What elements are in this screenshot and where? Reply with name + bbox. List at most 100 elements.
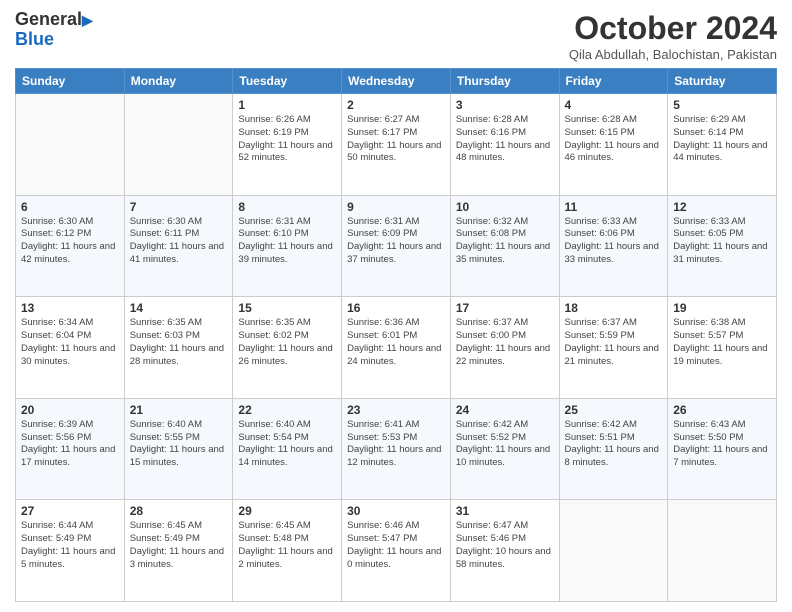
- day-info: Sunrise: 6:29 AM Sunset: 6:14 PM Dayligh…: [673, 114, 771, 165]
- day-number: 3: [456, 98, 554, 112]
- week-row-5: 27 Sunrise: 6:44 AM Sunset: 5:49 PM Dayli…: [16, 500, 777, 602]
- day-info: Sunrise: 6:30 AM Sunset: 6:12 PM Dayligh…: [21, 216, 119, 267]
- day-number: 14: [130, 301, 228, 315]
- cell-w3-d6: 18 Sunrise: 6:37 AM Sunset: 5:59 PM Dayli…: [559, 297, 668, 399]
- day-info: Sunrise: 6:36 AM Sunset: 6:01 PM Dayligh…: [347, 317, 445, 368]
- day-info: Sunrise: 6:45 AM Sunset: 5:49 PM Dayligh…: [130, 520, 228, 571]
- cell-w1-d4: 2Sunrise: 6:27 AM Sunset: 6:17 PM Daylig…: [342, 94, 451, 196]
- day-number: 31: [456, 504, 554, 518]
- cell-w1-d1: [16, 94, 125, 196]
- day-number: 17: [456, 301, 554, 315]
- logo-blue: Blue: [15, 29, 54, 49]
- day-info: Sunrise: 6:46 AM Sunset: 5:47 PM Dayligh…: [347, 520, 445, 571]
- cell-w2-d7: 12 Sunrise: 6:33 AM Sunset: 6:05 PM Dayli…: [668, 195, 777, 297]
- day-info: Sunrise: 6:41 AM Sunset: 5:53 PM Dayligh…: [347, 419, 445, 470]
- cell-w1-d6: 4 Sunrise: 6:28 AM Sunset: 6:15 PM Daylig…: [559, 94, 668, 196]
- day-number: 5: [673, 98, 771, 112]
- week-row-2: 6Sunrise: 6:30 AM Sunset: 6:12 PM Daylig…: [16, 195, 777, 297]
- cell-w3-d3: 15Sunrise: 6:35 AM Sunset: 6:02 PM Dayli…: [233, 297, 342, 399]
- cell-w3-d7: 19Sunrise: 6:38 AM Sunset: 5:57 PM Dayli…: [668, 297, 777, 399]
- day-number: 24: [456, 403, 554, 417]
- cell-w2-d3: 8 Sunrise: 6:31 AM Sunset: 6:10 PM Daylig…: [233, 195, 342, 297]
- logo-general: General: [15, 9, 82, 29]
- cell-w5-d7: [668, 500, 777, 602]
- calendar-header-row: Sunday Monday Tuesday Wednesday Thursday…: [16, 69, 777, 94]
- day-info: Sunrise: 6:40 AM Sunset: 5:55 PM Dayligh…: [130, 419, 228, 470]
- calendar-table: Sunday Monday Tuesday Wednesday Thursday…: [15, 68, 777, 602]
- day-info: Sunrise: 6:44 AM Sunset: 5:49 PM Dayligh…: [21, 520, 119, 571]
- day-info: Sunrise: 6:32 AM Sunset: 6:08 PM Dayligh…: [456, 216, 554, 267]
- day-number: 30: [347, 504, 445, 518]
- day-info: Sunrise: 6:33 AM Sunset: 6:05 PM Dayligh…: [673, 216, 771, 267]
- week-row-4: 20Sunrise: 6:39 AM Sunset: 5:56 PM Dayli…: [16, 398, 777, 500]
- cell-w4-d5: 24 Sunrise: 6:42 AM Sunset: 5:52 PM Dayli…: [450, 398, 559, 500]
- week-row-3: 13 Sunrise: 6:34 AM Sunset: 6:04 PM Dayli…: [16, 297, 777, 399]
- day-number: 13: [21, 301, 119, 315]
- day-number: 12: [673, 200, 771, 214]
- cell-w2-d2: 7 Sunrise: 6:30 AM Sunset: 6:11 PM Daylig…: [124, 195, 233, 297]
- cell-w5-d3: 29 Sunrise: 6:45 AM Sunset: 5:48 PM Dayli…: [233, 500, 342, 602]
- cell-w1-d2: [124, 94, 233, 196]
- logo-text: General▶ Blue: [15, 10, 93, 50]
- day-info: Sunrise: 6:35 AM Sunset: 6:03 PM Dayligh…: [130, 317, 228, 368]
- col-wednesday: Wednesday: [342, 69, 451, 94]
- cell-w4-d7: 26Sunrise: 6:43 AM Sunset: 5:50 PM Dayli…: [668, 398, 777, 500]
- col-saturday: Saturday: [668, 69, 777, 94]
- col-monday: Monday: [124, 69, 233, 94]
- day-number: 25: [565, 403, 663, 417]
- day-info: Sunrise: 6:43 AM Sunset: 5:50 PM Dayligh…: [673, 419, 771, 470]
- title-block: October 2024 Qila Abdullah, Balochistan,…: [569, 10, 777, 62]
- cell-w3-d2: 14 Sunrise: 6:35 AM Sunset: 6:03 PM Dayli…: [124, 297, 233, 399]
- cell-w2-d4: 9Sunrise: 6:31 AM Sunset: 6:09 PM Daylig…: [342, 195, 451, 297]
- day-number: 4: [565, 98, 663, 112]
- day-number: 20: [21, 403, 119, 417]
- day-number: 27: [21, 504, 119, 518]
- day-info: Sunrise: 6:37 AM Sunset: 5:59 PM Dayligh…: [565, 317, 663, 368]
- day-number: 15: [238, 301, 336, 315]
- day-number: 2: [347, 98, 445, 112]
- day-number: 16: [347, 301, 445, 315]
- cell-w4-d6: 25 Sunrise: 6:42 AM Sunset: 5:51 PM Dayli…: [559, 398, 668, 500]
- day-info: Sunrise: 6:31 AM Sunset: 6:10 PM Dayligh…: [238, 216, 336, 267]
- cell-w1-d7: 5 Sunrise: 6:29 AM Sunset: 6:14 PM Daylig…: [668, 94, 777, 196]
- col-sunday: Sunday: [16, 69, 125, 94]
- cell-w1-d3: 1Sunrise: 6:26 AM Sunset: 6:19 PM Daylig…: [233, 94, 342, 196]
- day-number: 21: [130, 403, 228, 417]
- day-number: 11: [565, 200, 663, 214]
- page: General▶ Blue October 2024 Qila Abdullah…: [0, 0, 792, 612]
- header: General▶ Blue October 2024 Qila Abdullah…: [15, 10, 777, 62]
- day-number: 9: [347, 200, 445, 214]
- col-friday: Friday: [559, 69, 668, 94]
- day-number: 22: [238, 403, 336, 417]
- cell-w2-d6: 11Sunrise: 6:33 AM Sunset: 6:06 PM Dayli…: [559, 195, 668, 297]
- cell-w5-d6: [559, 500, 668, 602]
- cell-w5-d2: 28 Sunrise: 6:45 AM Sunset: 5:49 PM Dayli…: [124, 500, 233, 602]
- cell-w5-d4: 30 Sunrise: 6:46 AM Sunset: 5:47 PM Dayli…: [342, 500, 451, 602]
- cell-w5-d1: 27 Sunrise: 6:44 AM Sunset: 5:49 PM Dayli…: [16, 500, 125, 602]
- day-info: Sunrise: 6:28 AM Sunset: 6:15 PM Dayligh…: [565, 114, 663, 165]
- day-info: Sunrise: 6:30 AM Sunset: 6:11 PM Dayligh…: [130, 216, 228, 267]
- day-info: Sunrise: 6:42 AM Sunset: 5:51 PM Dayligh…: [565, 419, 663, 470]
- week-row-1: 1Sunrise: 6:26 AM Sunset: 6:19 PM Daylig…: [16, 94, 777, 196]
- cell-w3-d4: 16 Sunrise: 6:36 AM Sunset: 6:01 PM Dayli…: [342, 297, 451, 399]
- cell-w3-d1: 13 Sunrise: 6:34 AM Sunset: 6:04 PM Dayli…: [16, 297, 125, 399]
- cell-w2-d1: 6Sunrise: 6:30 AM Sunset: 6:12 PM Daylig…: [16, 195, 125, 297]
- location-subtitle: Qila Abdullah, Balochistan, Pakistan: [569, 47, 777, 62]
- day-number: 28: [130, 504, 228, 518]
- day-info: Sunrise: 6:42 AM Sunset: 5:52 PM Dayligh…: [456, 419, 554, 470]
- day-number: 18: [565, 301, 663, 315]
- day-number: 8: [238, 200, 336, 214]
- day-info: Sunrise: 6:40 AM Sunset: 5:54 PM Dayligh…: [238, 419, 336, 470]
- day-number: 29: [238, 504, 336, 518]
- day-info: Sunrise: 6:34 AM Sunset: 6:04 PM Dayligh…: [21, 317, 119, 368]
- day-number: 19: [673, 301, 771, 315]
- col-tuesday: Tuesday: [233, 69, 342, 94]
- day-info: Sunrise: 6:45 AM Sunset: 5:48 PM Dayligh…: [238, 520, 336, 571]
- col-thursday: Thursday: [450, 69, 559, 94]
- day-number: 23: [347, 403, 445, 417]
- cell-w3-d5: 17Sunrise: 6:37 AM Sunset: 6:00 PM Dayli…: [450, 297, 559, 399]
- cell-w4-d1: 20Sunrise: 6:39 AM Sunset: 5:56 PM Dayli…: [16, 398, 125, 500]
- day-number: 7: [130, 200, 228, 214]
- day-info: Sunrise: 6:47 AM Sunset: 5:46 PM Dayligh…: [456, 520, 554, 571]
- day-number: 10: [456, 200, 554, 214]
